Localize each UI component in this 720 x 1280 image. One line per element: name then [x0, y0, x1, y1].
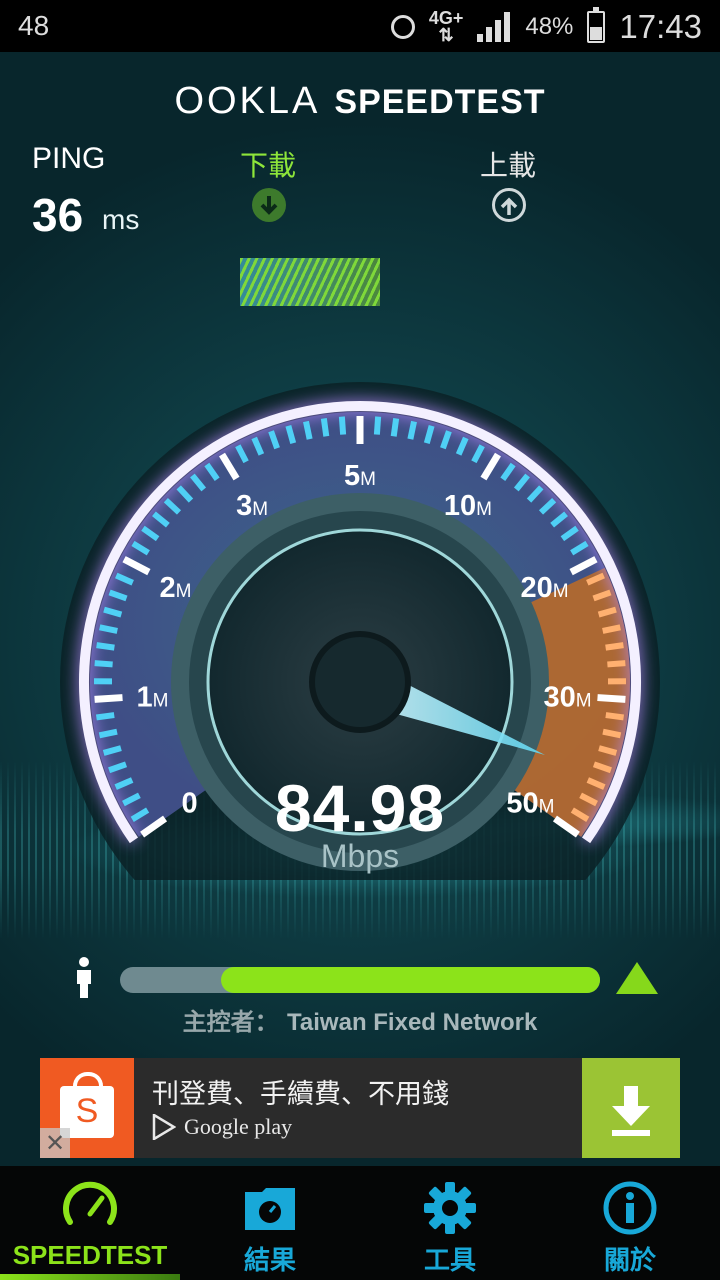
ping-value: 36: [32, 189, 84, 241]
nav-about[interactable]: 關於: [540, 1166, 720, 1280]
brand-name: OOKLA: [174, 80, 321, 122]
nav-label-tools: 工具: [423, 1246, 476, 1276]
nav-label-about: 關於: [603, 1246, 656, 1276]
gauge-minor-tick: [96, 642, 115, 651]
gauge-minor-tick: [99, 624, 118, 634]
gauge-minor-tick: [320, 418, 330, 437]
battery-percent: 48%: [525, 13, 574, 40]
ad-store: Google play: [152, 1114, 292, 1140]
gauge-minor-tick: [338, 416, 347, 435]
status-bar: 48 4G+ ⇅ 48% 17:43: [0, 0, 720, 52]
store-name: Google play: [184, 1114, 293, 1139]
host-label: 主控者：: [182, 1008, 279, 1036]
network-type: 4G+ ⇅: [428, 8, 464, 45]
gauge-minor-tick: [602, 624, 621, 634]
arrow-down-circle-icon: [252, 188, 286, 222]
ad-title: 刊登費、手續費、不用錢: [152, 1079, 449, 1110]
gauge-minor-tick: [607, 660, 626, 668]
speed-unit: Mbps: [320, 838, 400, 874]
gauge-minor-tick: [605, 642, 624, 651]
gauge-minor-tick: [98, 728, 118, 739]
alarm-icon: [390, 15, 415, 39]
gauge-minor-tick: [605, 712, 625, 721]
nav-label-speedtest: SPEEDTEST: [12, 1240, 168, 1270]
gauge-minor-tick: [94, 660, 113, 668]
gauge-minor-tick: [407, 420, 417, 440]
signal-strength-fill: [220, 967, 600, 993]
status-left-number: 48: [18, 10, 50, 41]
signal-strength-bar: [120, 967, 600, 993]
download-speed-graph: [240, 258, 380, 306]
ping-label: PING: [32, 142, 106, 175]
gauge-minor-tick: [95, 712, 115, 721]
gauge-minor-tick: [373, 416, 382, 435]
speed-value: 84.98: [274, 771, 446, 845]
nav-tools[interactable]: 工具: [360, 1166, 540, 1280]
host-info[interactable]: 主控者： Taiwan Fixed Network: [0, 1002, 720, 1037]
gauge-minor-tick: [602, 728, 622, 739]
signal-indicator-icon: [616, 962, 658, 994]
google-play-icon: [152, 1114, 176, 1140]
host-name: Taiwan Fixed Network: [287, 1009, 538, 1036]
gauge-minor-tick: [303, 420, 313, 440]
ping-unit: ms: [102, 204, 140, 235]
product-name: SPEEDTEST: [334, 83, 546, 121]
gauge-major-tick: [597, 694, 626, 703]
download-label: 下載: [240, 149, 297, 182]
gear-icon: [424, 1182, 476, 1234]
signal-icon: [477, 12, 511, 42]
gauge-major-tick: [94, 694, 123, 703]
results-folder-icon: [245, 1188, 295, 1230]
gauge-minor-tick: [390, 418, 400, 437]
upload-label: 上載: [480, 149, 537, 182]
person-icon: [77, 957, 91, 998]
arrow-up-circle-icon: [492, 188, 526, 222]
nav-label-results: 結果: [243, 1246, 296, 1276]
battery-icon: [587, 7, 606, 43]
app-logo: OOKLA SPEEDTEST: [0, 80, 720, 123]
bottom-nav: SPEEDTEST 結果 工具 關於: [0, 1166, 720, 1280]
info-icon: [603, 1181, 657, 1235]
download-icon: [612, 1086, 650, 1136]
close-icon[interactable]: ✕: [40, 1128, 70, 1158]
nav-speedtest[interactable]: SPEEDTEST: [0, 1166, 180, 1280]
nav-results[interactable]: 結果: [180, 1166, 360, 1280]
download-button[interactable]: [582, 1058, 680, 1158]
clock: 17:43: [619, 8, 702, 45]
speedometer-icon: [63, 1181, 117, 1225]
ad-banner[interactable]: S ✕ 刊登費、手續費、不用錢 Google play: [40, 1058, 680, 1158]
